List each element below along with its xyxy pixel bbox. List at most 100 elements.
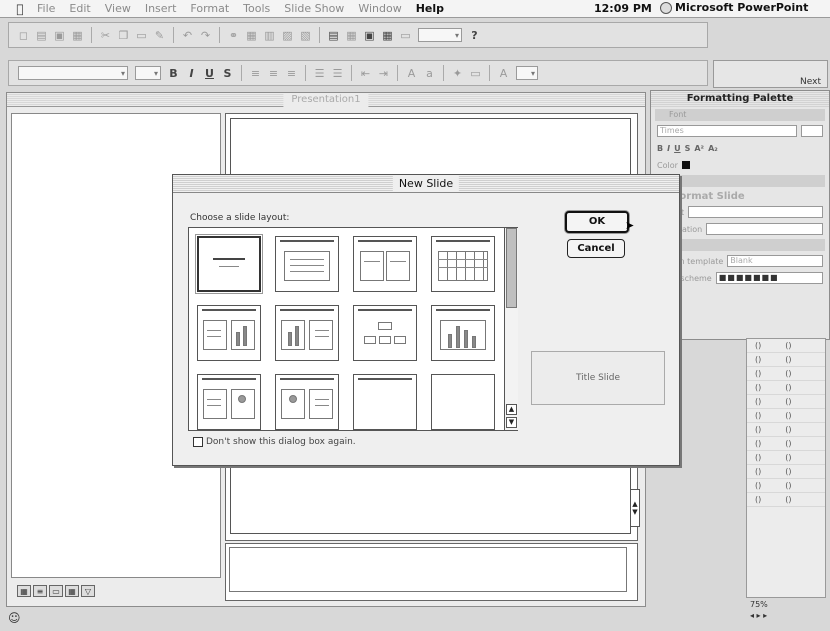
dont-show-again-row[interactable]: Don't show this dialog box again. (193, 437, 356, 447)
list-item[interactable]: ()() (747, 367, 825, 381)
finder-icon[interactable]: ☺ (8, 611, 22, 625)
menu-window[interactable]: Window (358, 2, 401, 15)
list-item[interactable]: ()() (747, 479, 825, 493)
outline-view-icon[interactable]: ≡ (33, 585, 47, 597)
slide-layout-icon[interactable]: ▦ (343, 27, 360, 44)
menu-format[interactable]: Format (190, 2, 229, 15)
layout-text-and-chart[interactable] (197, 305, 261, 361)
slide-navigation-arrows[interactable]: ▲ ▼ (630, 489, 640, 527)
palette-layout-field[interactable] (688, 206, 823, 218)
list-item[interactable]: ()() (747, 423, 825, 437)
menu-file[interactable]: File (37, 2, 55, 15)
undo-icon[interactable]: ↶ (179, 27, 196, 44)
layout-title-only[interactable] (353, 374, 417, 430)
bullets-icon[interactable]: ☰ (329, 65, 346, 82)
next-slide-icon[interactable]: ▼ (632, 508, 637, 516)
palette-placement-section[interactable] (655, 175, 825, 187)
font-color-icon[interactable]: A (495, 65, 512, 82)
paste-icon[interactable]: ▭ (133, 27, 150, 44)
list-item[interactable]: ()() (747, 395, 825, 409)
zoom-level[interactable]: 75% (750, 600, 826, 609)
zoom-select[interactable]: ▾ (418, 28, 462, 42)
print-icon[interactable]: ▦ (69, 27, 86, 44)
slide-sorter-icon[interactable]: ▦ (65, 585, 79, 597)
layout-text-and-clip-art[interactable] (197, 374, 261, 430)
format-painter-icon[interactable]: ✎ (151, 27, 168, 44)
align-center-icon[interactable]: ≡ (265, 65, 282, 82)
new-slide-icon[interactable]: ▤ (325, 27, 342, 44)
scroll-up-icon[interactable]: ▲ (506, 404, 517, 415)
slide-transition-icon[interactable]: ▭ (467, 65, 484, 82)
font-color-select[interactable]: ▾ (516, 66, 538, 80)
palette-font-section[interactable]: Font (655, 109, 825, 121)
expand-slide-icon[interactable]: ▣ (361, 27, 378, 44)
palette-superscript-icon[interactable]: A² (694, 144, 704, 153)
list-item[interactable]: ()() (747, 465, 825, 479)
font-size-select[interactable]: ▾ (135, 66, 161, 80)
layout-list[interactable]: ▲ ▼ (188, 227, 518, 431)
underline-icon[interactable]: U (201, 65, 218, 82)
redo-icon[interactable]: ↷ (197, 27, 214, 44)
palette-title[interactable]: Formatting Palette (651, 91, 829, 107)
palette-italic-icon[interactable]: I (667, 144, 670, 153)
slide-view-icon[interactable]: ▭ (49, 585, 63, 597)
ok-button[interactable]: OK (565, 211, 629, 233)
menu-insert[interactable]: Insert (145, 2, 177, 15)
cancel-button[interactable]: Cancel (567, 239, 625, 258)
align-left-icon[interactable]: ≡ (247, 65, 264, 82)
palette-slide-design-section[interactable] (655, 239, 825, 251)
palette-color-swatch[interactable] (681, 161, 690, 169)
decrease-font-icon[interactable]: a (421, 65, 438, 82)
layout-bulleted-list[interactable] (275, 236, 339, 292)
open-icon[interactable]: ▤ (33, 27, 50, 44)
scroll-down-icon[interactable]: ▼ (506, 417, 517, 428)
font-name-select[interactable]: ▾ (18, 66, 128, 80)
italic-icon[interactable]: I (183, 65, 200, 82)
align-right-icon[interactable]: ≡ (283, 65, 300, 82)
layout-chart-and-text[interactable] (275, 305, 339, 361)
zoom-arrows-icon[interactable]: ◂ ▸ ▸ (750, 611, 826, 620)
list-item[interactable]: ()() (747, 409, 825, 423)
increase-indent-icon[interactable]: ⇥ (375, 65, 392, 82)
application-menu[interactable]: Microsoft PowerPoint (660, 1, 808, 14)
window-titlebar[interactable]: Presentation1 (7, 93, 645, 107)
bold-icon[interactable]: B (165, 65, 182, 82)
draw-table-icon[interactable]: ▧ (297, 27, 314, 44)
insert-picture-icon[interactable]: ▨ (279, 27, 296, 44)
menu-slide-show[interactable]: Slide Show (284, 2, 344, 15)
layout-title-slide[interactable] (195, 234, 263, 294)
slide-show-icon[interactable]: ▽ (81, 585, 95, 597)
shadow-icon[interactable]: S (219, 65, 236, 82)
notes-text-area[interactable] (229, 547, 627, 592)
next-slide-button[interactable]: Next (713, 60, 828, 88)
layout-two-column-text[interactable] (353, 236, 417, 292)
layout-scrollbar-thumb[interactable] (506, 228, 517, 308)
dont-show-again-checkbox[interactable] (193, 437, 203, 447)
list-item[interactable]: ()() (747, 451, 825, 465)
palette-color-scheme-field[interactable]: ■■■■■■■ (715, 272, 823, 284)
copy-icon[interactable]: ❐ (115, 27, 132, 44)
layout-clip-art-and-text[interactable] (275, 374, 339, 430)
menu-tools[interactable]: Tools (243, 2, 270, 15)
palette-underline-icon[interactable]: U (674, 144, 681, 153)
menu-edit[interactable]: Edit (69, 2, 90, 15)
menubar-clock[interactable]: 12:09 PM (594, 2, 652, 15)
palette-font-size-field[interactable] (801, 125, 823, 137)
increase-font-icon[interactable]: A (403, 65, 420, 82)
list-item[interactable]: ()() (747, 353, 825, 367)
palette-font-name-field[interactable]: Times (657, 125, 797, 137)
menu-help[interactable]: Help (416, 2, 444, 15)
layout-scrollbar[interactable]: ▲ ▼ (504, 228, 518, 430)
previous-slide-icon[interactable]: ▲ (632, 500, 637, 508)
list-item[interactable]: ()() (747, 381, 825, 395)
new-document-icon[interactable]: ◻ (15, 27, 32, 44)
cut-icon[interactable]: ✂ (97, 27, 114, 44)
palette-bold-icon[interactable]: B (657, 144, 663, 153)
list-item[interactable]: ()() (747, 493, 825, 507)
palette-design-template-field[interactable]: Blank (727, 255, 823, 267)
layout-table[interactable] (431, 236, 495, 292)
layout-chart[interactable] (431, 305, 495, 361)
dialog-titlebar[interactable]: New Slide (173, 175, 679, 193)
insert-table-icon[interactable]: ▦ (243, 27, 260, 44)
animation-icon[interactable]: ✦ (449, 65, 466, 82)
